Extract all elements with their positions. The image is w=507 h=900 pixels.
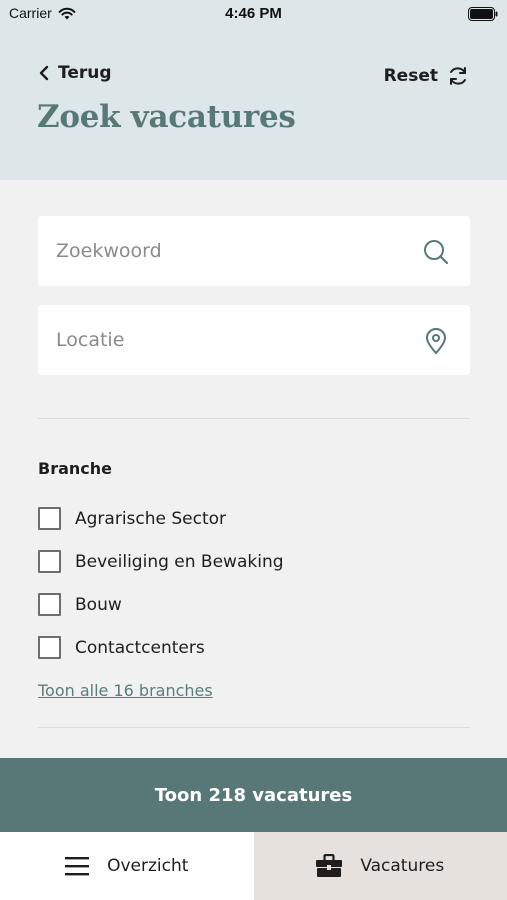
branche-option-label: Contactcenters — [75, 637, 205, 658]
branche-option[interactable]: Bouw — [38, 593, 122, 616]
reset-button[interactable]: Reset — [384, 64, 470, 88]
tab-label: Vacatures — [360, 856, 445, 876]
briefcase-icon — [316, 854, 343, 877]
branche-option[interactable]: Beveiliging en Bewaking — [38, 550, 284, 573]
location-pin-icon[interactable] — [422, 327, 450, 355]
checkbox[interactable] — [38, 507, 61, 530]
refresh-icon — [450, 67, 466, 85]
battery-icon — [468, 7, 498, 21]
chevron-left-icon — [39, 65, 49, 81]
page-title: Zoek vacatures — [37, 99, 296, 135]
show-vacancies-button[interactable]: Toon 218 vacatures — [0, 758, 507, 832]
keyword-input[interactable] — [38, 216, 470, 286]
branche-option-label: Bouw — [75, 594, 122, 615]
divider — [38, 727, 470, 728]
back-button[interactable]: Terug — [38, 63, 112, 83]
checkbox[interactable] — [38, 593, 61, 616]
branche-option[interactable]: Agrarische Sector — [38, 507, 226, 530]
reset-label: Reset — [383, 66, 438, 86]
checkbox[interactable] — [38, 636, 61, 659]
tab-bar: Overzicht Vacatures — [0, 832, 507, 900]
status-time: 4:46 PM — [225, 5, 282, 22]
checkbox[interactable] — [38, 550, 61, 573]
branche-option[interactable]: Contactcenters — [38, 636, 205, 659]
branche-heading: Branche — [38, 459, 112, 478]
location-input[interactable] — [38, 305, 470, 375]
menu-icon — [65, 857, 90, 876]
tab-label: Overzicht — [107, 856, 189, 876]
divider — [38, 418, 470, 419]
keyword-field[interactable] — [38, 216, 470, 286]
show-all-branches-link[interactable]: Toon alle 16 branches — [38, 681, 213, 700]
status-bar: Carrier 4:46 PM — [0, 0, 507, 28]
location-field[interactable] — [38, 305, 470, 375]
tab-overzicht[interactable]: Overzicht — [0, 832, 254, 900]
branche-option-label: Agrarische Sector — [75, 508, 227, 529]
tab-vacatures[interactable]: Vacatures — [253, 832, 507, 900]
search-icon[interactable] — [422, 238, 450, 266]
back-label: Terug — [58, 63, 112, 83]
branche-option-label: Beveiliging en Bewaking — [75, 551, 284, 572]
